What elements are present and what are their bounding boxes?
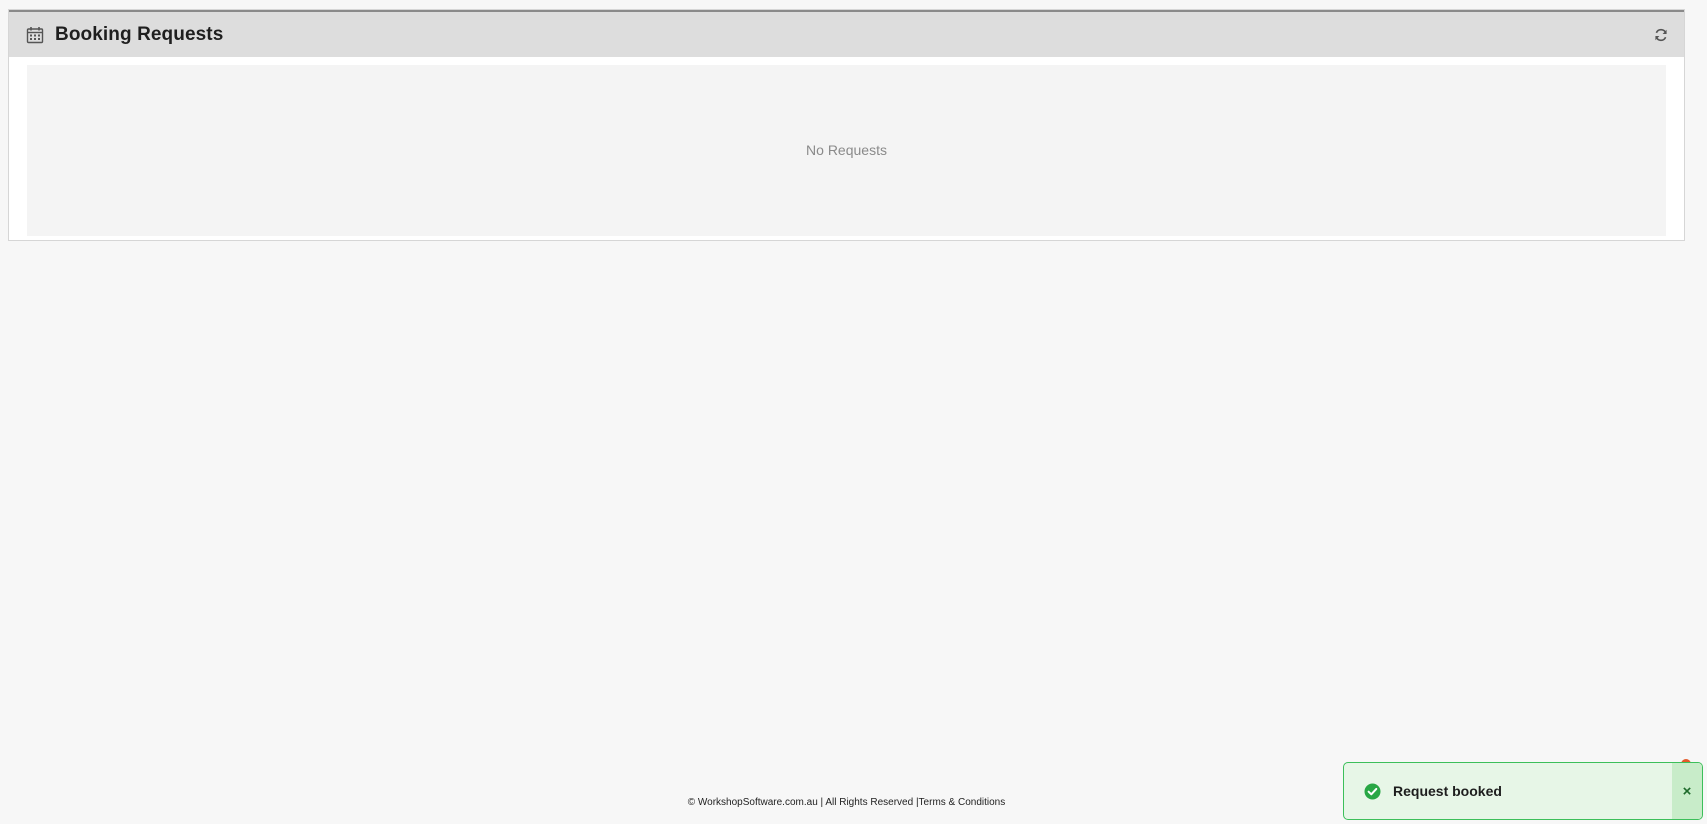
toast-message: Request booked (1393, 783, 1502, 799)
calendar-icon (25, 25, 45, 45)
check-circle-icon (1364, 783, 1381, 800)
page: Booking Requests No Requests © WorkshopS… (0, 0, 1707, 824)
toast-close-button[interactable]: × (1672, 763, 1702, 819)
footer-copyright: © WorkshopSoftware.com.au | All Rights R… (687, 797, 919, 808)
requests-list-empty: No Requests (27, 65, 1666, 236)
terms-link[interactable]: Terms & Conditions (919, 797, 1006, 808)
success-toast: Request booked × (1343, 762, 1703, 820)
panel-title: Booking Requests (55, 23, 224, 45)
booking-requests-panel: Booking Requests No Requests (8, 9, 1685, 241)
refresh-icon[interactable] (1652, 26, 1670, 44)
empty-message: No Requests (806, 141, 887, 158)
panel-header: Booking Requests (9, 10, 1684, 57)
